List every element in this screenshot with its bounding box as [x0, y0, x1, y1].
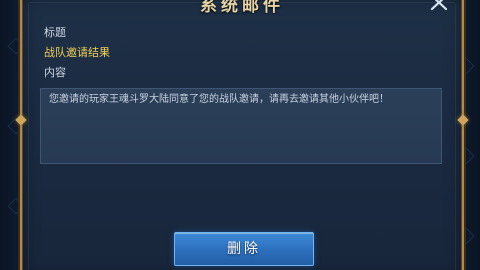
system-mail-dialog: 系统邮件 标题 战队邀请结果 内容 您邀请的玩家王魂斗罗大陆同意了您的战队邀请，…: [15, 0, 469, 270]
close-x-icon: [428, 0, 450, 12]
delete-button[interactable]: 删除: [174, 232, 314, 266]
subject-value: 战队邀请结果: [44, 46, 110, 59]
game-screen: 系统邮件 标题 战队邀请结果 内容 您邀请的玩家王魂斗罗大陆同意了您的战队邀请，…: [0, 0, 480, 270]
mail-content-box: 您邀请的玩家王魂斗罗大陆同意了您的战队邀请，请再去邀请其他小伙伴吧！: [40, 88, 442, 164]
dialog-title-bar: 系统邮件: [22, 0, 462, 14]
mail-content-text: 您邀请的玩家王魂斗罗大陆同意了您的战队邀请，请再去邀请其他小伙伴吧！: [49, 94, 389, 105]
close-button[interactable]: [428, 0, 450, 12]
subject-label: 标题: [44, 26, 66, 39]
delete-button-label: 删除: [227, 241, 261, 257]
content-label: 内容: [44, 66, 66, 79]
dialog-title: 系统邮件: [200, 0, 284, 14]
